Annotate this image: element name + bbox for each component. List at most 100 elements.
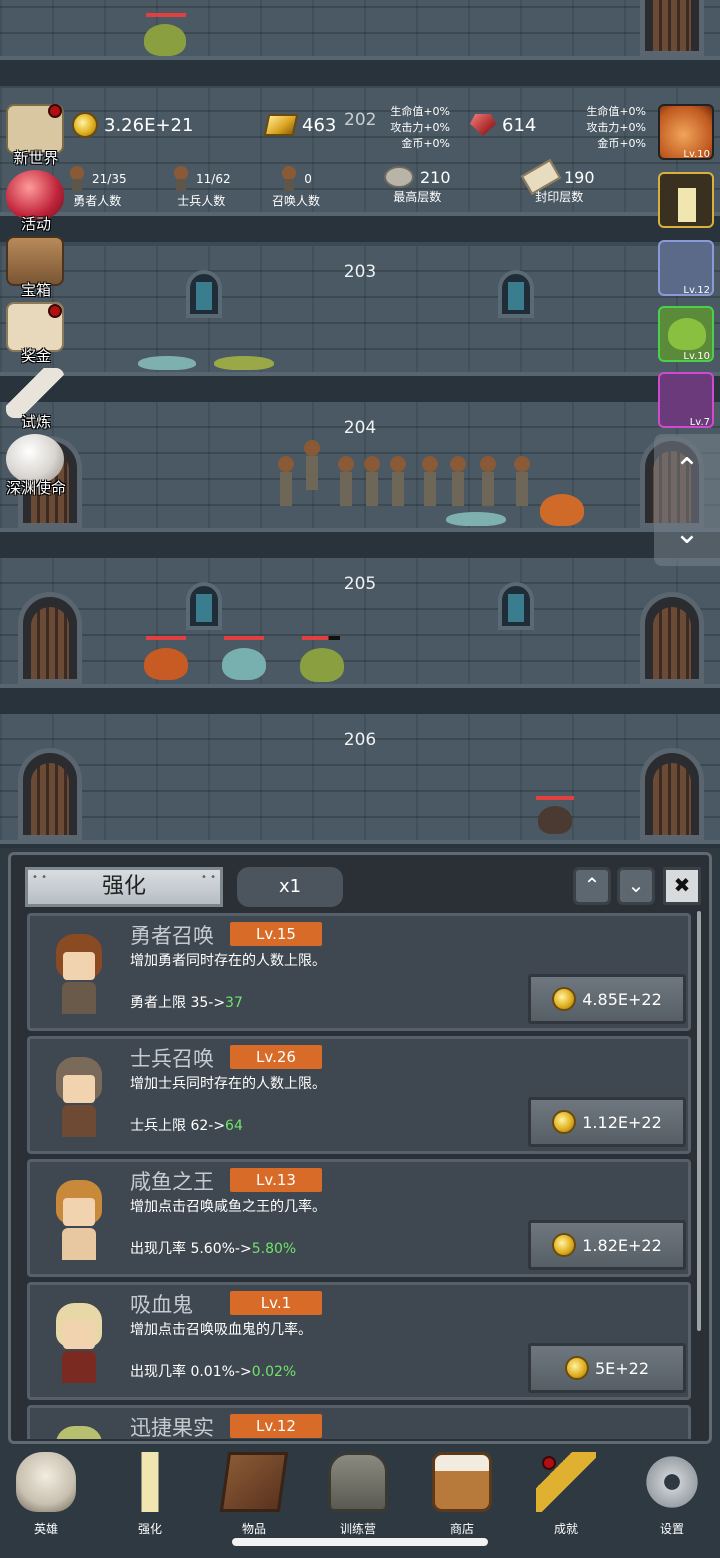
hero-unit [512,456,532,508]
beer-mug-icon [432,1452,492,1512]
side-chest[interactable]: 宝箱 [0,234,72,300]
stat-summon-count: 0 召唤人数 [272,166,320,209]
hero-portrait [46,934,112,1018]
window [498,582,534,630]
bonus-gold: 金币+0% [597,137,646,150]
candle-icon [120,1452,180,1512]
cost-value: 1.12E+22 [582,1112,662,1132]
orange-slime[interactable] [144,648,188,680]
window [186,270,222,318]
floor-scroll-panel: ⌃ ⌄ [654,434,720,566]
upgrade-panel: 强化 x1 ⌃ ⌄ ✖ 勇者召唤 Lv.15 增加勇者同时存在的人数上限。 勇者… [8,852,712,1444]
floor-number: 203 [343,262,377,282]
skull-icon [16,1452,76,1512]
level-badge: Lv.12 [230,1414,322,1438]
floor-205: 205 [0,558,720,714]
nav-label: 强化 [137,1522,162,1536]
side-event[interactable]: 活动 [0,168,72,234]
effect-current: 勇者上限 35-> [130,995,226,1011]
upgrade-buy-button[interactable]: 5E+22 [528,1343,686,1393]
portrait-face [63,1075,95,1103]
tab-enhance[interactable]: 强化 [25,867,223,907]
enemy-hp-bar [224,636,264,640]
floor-203: 203 [0,246,720,402]
upgrade-name: 勇者召唤 [130,924,214,948]
nav-label: 设置 [659,1522,684,1536]
stat-hero-count: 21/35 勇者人数 [68,166,127,209]
upgrade-card: 勇者召唤 Lv.15 增加勇者同时存在的人数上限。 勇者上限 35->37 4.… [27,913,691,1031]
bonus-list-right: 生命值+0% 攻击力+0% 金币+0% [568,104,646,152]
coin-icon [552,1233,577,1257]
portrait-body [62,1351,96,1383]
green-slime[interactable] [300,648,344,682]
upgrade-buy-button[interactable]: 1.12E+22 [528,1097,686,1147]
side-label: 活动 [20,215,51,233]
flattened-slime [138,356,196,370]
right-peach-item[interactable]: Lv.10 [658,104,714,160]
gear-icon [642,1452,702,1512]
nav-settings[interactable]: 设置 [620,1452,720,1542]
effect-next: 5.80% [251,1241,297,1257]
list-scrollbar[interactable] [697,911,701,1331]
bonus-hp: 生命值+0% [390,105,450,118]
nav-achievements[interactable]: 成就 [514,1452,618,1542]
side-abyss-mission[interactable]: 深渊使命 [0,432,72,498]
enemy-hp-bar [146,636,186,640]
nav-training-camp[interactable]: 训练营 [306,1452,410,1542]
panel-expand-button[interactable]: ⌃ [573,867,611,905]
teal-slime[interactable] [222,648,266,680]
window [498,270,534,318]
item-level: Lv.12 [683,285,710,296]
upgrade-effect: 出现几率 5.60%->5.80% [130,1238,296,1258]
stat-highest-floor: 210 最高层数 [384,166,451,205]
floor-204: 204 [0,402,720,558]
door [640,0,704,56]
right-green-slime-item[interactable]: Lv.10 [658,306,714,362]
item-level: Lv.10 [683,149,710,160]
side-new-world[interactable]: 新世界 [0,102,72,168]
level-badge: Lv.13 [230,1168,322,1192]
nav-enhance[interactable]: 强化 [98,1452,202,1542]
stat-label: 士兵人数 [177,194,226,208]
bonus-gold: 金币+0% [401,137,450,150]
floor-ledge [0,372,720,402]
gold-bar-icon [263,114,299,136]
panel-close-button[interactable]: ✖ [663,867,701,905]
nav-shop[interactable]: 商店 [410,1452,514,1542]
side-bonus[interactable]: 奖金 [0,300,72,366]
spider-enemy[interactable] [538,806,572,834]
nav-heroes[interactable]: 英雄 [0,1452,98,1542]
nav-items[interactable]: 物品 [202,1452,306,1542]
scroll-down-button[interactable]: ⌄ [654,514,720,554]
effect-current: 士兵上限 62-> [130,1118,226,1134]
upgrade-buy-button[interactable]: 1.82E+22 [528,1220,686,1270]
upgrade-card: 迅捷果实 Lv.12 [27,1405,691,1439]
game-screen: 203 204 205 206 3.26E+21 463 202 生命值+0% … [0,0,720,1558]
bonus-list-left: 生命值+0% 攻击力+0% 金币+0% [372,104,450,152]
side-trial[interactable]: 试炼 [0,366,72,432]
green-slime-icon [668,318,706,350]
nav-label: 成就 [553,1522,578,1536]
multiplier-button[interactable]: x1 [237,867,343,907]
green-slime[interactable] [144,24,186,56]
gold-counter: 3.26E+21 [72,112,193,138]
right-hero-portrait-item[interactable]: Lv.7 [658,372,714,428]
hero-portrait [46,1057,112,1141]
stat-label: 勇者人数 [73,194,122,208]
scroll-up-button[interactable]: ⌃ [654,450,720,490]
orange-slime[interactable] [540,494,584,526]
hero-unit [420,456,440,508]
notification-dot [542,1456,556,1470]
floor-number: 206 [343,730,377,750]
right-candle-item[interactable] [658,172,714,228]
notification-dot [48,304,62,318]
hero-portrait [46,1426,112,1439]
floor-206: 206 [0,714,720,848]
stat-sealed-floor: 190 封印层数 [520,158,595,205]
home-indicator[interactable] [232,1538,488,1546]
upgrade-buy-button[interactable]: 4.85E+22 [528,974,686,1024]
stat-label: 封印层数 [535,190,584,204]
right-helmet-hero-item[interactable]: Lv.12 [658,240,714,296]
panel-collapse-button[interactable]: ⌄ [617,867,655,905]
summon-icon [280,166,298,192]
